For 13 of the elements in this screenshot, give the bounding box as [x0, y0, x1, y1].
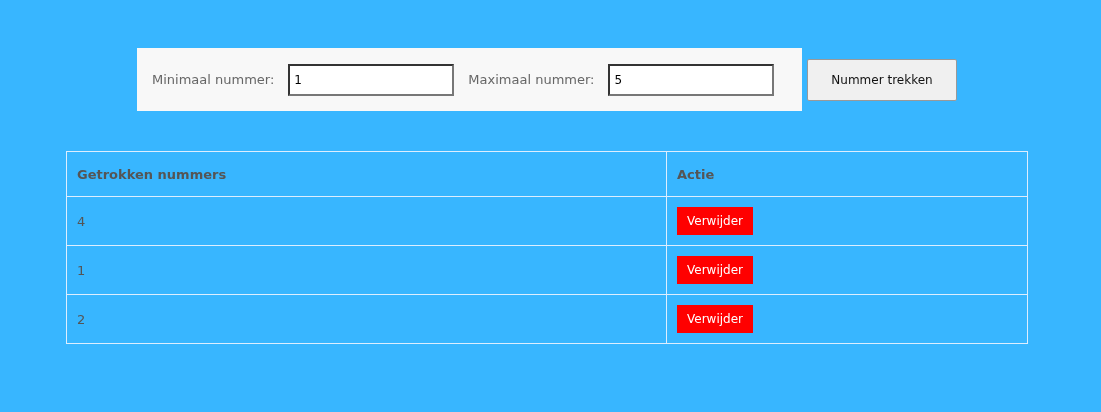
delete-button[interactable]: Verwijder	[677, 207, 753, 235]
column-header: Actie	[666, 151, 1028, 197]
table-cell: 2	[66, 294, 667, 344]
table-cell: 4	[66, 196, 667, 246]
field-label: Minimaal nummer:	[152, 72, 275, 87]
field-label: Maximaal nummer:	[468, 72, 595, 87]
column-header: Getrokken nummers	[66, 151, 667, 197]
draw-number-button[interactable]: Nummer trekken	[807, 59, 957, 101]
number-input-field[interactable]: 1	[288, 63, 455, 96]
table-cell: 1	[66, 245, 667, 295]
delete-button[interactable]: Verwijder	[677, 256, 753, 284]
number-input-field[interactable]: 5	[608, 63, 775, 96]
delete-button[interactable]: Verwijder	[677, 305, 753, 333]
